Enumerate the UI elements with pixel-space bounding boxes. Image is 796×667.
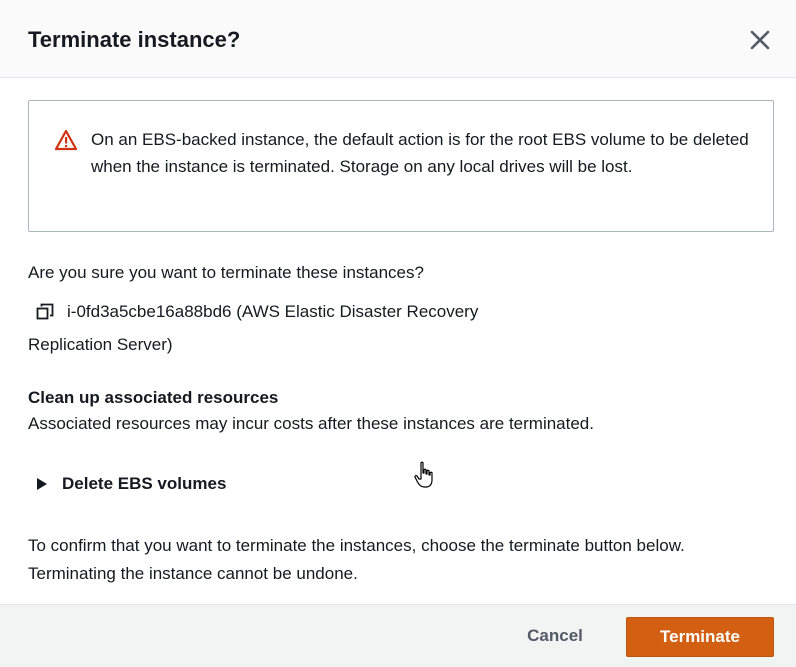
alert-message: On an EBS-backed instance, the default a… bbox=[91, 130, 749, 176]
copy-icon[interactable] bbox=[36, 303, 54, 321]
hand-pointer-icon bbox=[414, 461, 433, 488]
cleanup-description: Associated resources may incur costs aft… bbox=[28, 414, 594, 433]
close-icon bbox=[750, 30, 770, 50]
dialog-footer: Cancel Terminate bbox=[0, 604, 796, 667]
warning-alert: On an EBS-backed instance, the default a… bbox=[28, 100, 774, 232]
dialog-title: Terminate instance? bbox=[28, 27, 241, 52]
delete-ebs-volumes-expander[interactable]: Delete EBS volumes bbox=[28, 471, 248, 497]
expander-label: Delete EBS volumes bbox=[62, 474, 227, 493]
instance-id: i-0fd3a5cbe16a88bd6 (AWS Elastic Disaste… bbox=[67, 302, 479, 321]
terminate-instance-dialog: Terminate instance? On an EBS-backed ins… bbox=[0, 0, 796, 667]
terminate-button[interactable]: Terminate bbox=[626, 617, 774, 657]
close-button[interactable] bbox=[748, 28, 772, 52]
cleanup-heading: Clean up associated resources bbox=[28, 388, 279, 407]
confirmation-question: Are you sure you want to terminate these… bbox=[28, 263, 424, 282]
instance-name-continued: Replication Server) bbox=[28, 335, 173, 354]
dialog-header: Terminate instance? bbox=[0, 0, 796, 78]
confirm-instructions: To confirm that you want to terminate th… bbox=[28, 536, 685, 583]
cancel-button[interactable]: Cancel bbox=[506, 617, 604, 655]
warning-triangle-icon bbox=[55, 129, 77, 151]
caret-right-icon bbox=[37, 478, 47, 490]
